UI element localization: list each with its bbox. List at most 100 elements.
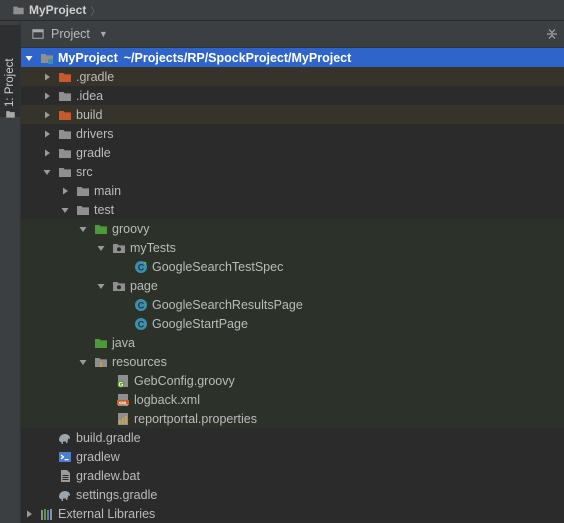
breadcrumb-project[interactable]: MyProject (29, 3, 86, 17)
tree-item-google-search-results-page[interactable]: C GoogleSearchResultsPage (21, 295, 564, 314)
collapse-arrow-icon[interactable] (42, 91, 52, 101)
folder-icon (76, 184, 90, 198)
expand-arrow-icon[interactable] (42, 167, 52, 177)
project-folder-icon (12, 4, 25, 16)
test-source-folder-icon (94, 222, 108, 236)
tree-item-logback[interactable]: XML logback.xml (21, 390, 564, 409)
gradle-elephant-icon (59, 433, 70, 444)
tree-item-label: java (112, 335, 135, 350)
folder-icon (58, 127, 72, 141)
tree-item-label: gradlew (76, 449, 120, 464)
collapse-arrow-icon[interactable] (42, 72, 52, 82)
tree-item-label: External Libraries (58, 506, 156, 521)
collapse-arrow-icon[interactable] (24, 509, 34, 519)
svg-text:G: G (119, 382, 124, 388)
folder-icon (76, 203, 90, 217)
tree-item-groovy[interactable]: groovy (21, 219, 564, 238)
collapse-arrow-icon[interactable] (60, 186, 70, 196)
collapse-arrow-icon[interactable] (42, 129, 52, 139)
tree-item-google-start-page[interactable]: C GoogleStartPage (21, 314, 564, 333)
class-icon: C (135, 317, 147, 330)
tree-item-label: .idea (76, 88, 104, 103)
tree-item-label: GoogleSearchTestSpec (152, 259, 284, 274)
tree-item-external-libraries[interactable]: External Libraries (21, 504, 564, 523)
svg-text:C: C (138, 300, 145, 310)
tree-item-label: test (94, 202, 115, 217)
expand-arrow-icon[interactable] (78, 357, 88, 367)
project-path: ~/Projects/RP/SpockProject/MyProject (123, 50, 352, 65)
project-tab-folder-icon (5, 109, 16, 119)
tree-item-mytests[interactable]: myTests (21, 238, 564, 257)
tree-item-label: resources (112, 354, 167, 369)
tree-item-label: logback.xml (134, 392, 200, 407)
xml-file-icon: XML (117, 393, 129, 406)
expand-arrow-icon[interactable] (24, 53, 34, 63)
module-folder-icon (40, 51, 53, 64)
tree-item-google-search-test-spec[interactable]: C GoogleSearchTestSpec (21, 257, 564, 276)
tree-item-label: .gradle (76, 69, 115, 84)
tree-item-test[interactable]: test (21, 200, 564, 219)
shell-script-icon (59, 451, 71, 462)
tree-item-myproject-root[interactable]: MyProject ~/Projects/RP/SpockProject/MyP… (21, 48, 564, 67)
tree-item-settings-gradle[interactable]: settings.gradle (21, 485, 564, 504)
project-tool-window-tab[interactable]: 1: Project (0, 25, 20, 117)
collapse-arrow-icon[interactable] (42, 110, 52, 120)
tree-item-drivers[interactable]: drivers (21, 124, 564, 143)
expand-arrow-icon[interactable] (96, 281, 106, 291)
svg-text:XML: XML (118, 400, 128, 405)
tree-item-gebconfig[interactable]: G GebConfig.groovy (21, 371, 564, 390)
tree-item-label: groovy (112, 221, 150, 236)
tree-item-dot-gradle[interactable]: .gradle (21, 67, 564, 86)
tree-item-build-gradle[interactable]: build.gradle (21, 428, 564, 447)
class-icon: C (135, 298, 147, 311)
project-tree: MyProject ~/Projects/RP/SpockProject/MyP… (21, 48, 564, 523)
folder-icon (58, 146, 72, 160)
tree-item-label: drivers (76, 126, 114, 141)
tree-item-label: GoogleSearchResultsPage (152, 297, 303, 312)
collapse-all-icon[interactable] (546, 28, 558, 40)
groovy-script-icon: G (117, 374, 128, 388)
tree-item-page[interactable]: page (21, 276, 564, 295)
svg-text:C: C (138, 319, 145, 329)
tree-item-main[interactable]: main (21, 181, 564, 200)
tree-item-reportportal-properties[interactable]: reportportal.properties (21, 409, 564, 428)
folder-icon (58, 89, 72, 103)
properties-file-icon (118, 412, 128, 425)
tree-item-build[interactable]: build (21, 105, 564, 124)
tree-item-src[interactable]: src (21, 162, 564, 181)
expand-arrow-icon[interactable] (78, 224, 88, 234)
gradle-elephant-icon (59, 490, 70, 501)
svg-text:C: C (138, 262, 145, 272)
tree-item-label: GoogleStartPage (152, 316, 248, 331)
tree-item-resources[interactable]: resources (21, 352, 564, 371)
text-file-icon (61, 469, 70, 482)
tree-item-label: page (130, 278, 158, 293)
tree-item-label: gradle (76, 145, 111, 160)
excluded-folder-icon (58, 70, 72, 84)
chevron-down-icon[interactable]: ▼ (99, 29, 108, 39)
tree-item-label: build.gradle (76, 430, 141, 445)
tree-item-label: build (76, 107, 103, 122)
project-panel-header: Project ▼ (21, 21, 564, 48)
project-view-selector[interactable]: Project (51, 27, 90, 41)
tree-item-java[interactable]: java (21, 333, 564, 352)
test-resources-folder-icon (94, 355, 108, 367)
test-class-icon: C (135, 260, 147, 273)
tree-item-label: main (94, 183, 122, 198)
collapse-arrow-icon[interactable] (42, 148, 52, 158)
expand-arrow-icon[interactable] (96, 243, 106, 253)
navigation-bar: MyProject 〉 (0, 0, 564, 21)
left-tool-window-strip: 1: Project (0, 21, 21, 523)
folder-icon (58, 165, 72, 179)
breadcrumb-separator-icon: 〉 (90, 6, 101, 18)
tree-item-gradlew-bat[interactable]: gradlew.bat (21, 466, 564, 485)
tree-item-gradlew[interactable]: gradlew (21, 447, 564, 466)
tree-item-label: myTests (130, 240, 176, 255)
project-tab-label: 1: Project (4, 58, 16, 107)
expand-arrow-icon[interactable] (60, 205, 70, 215)
tree-item-idea[interactable]: .idea (21, 86, 564, 105)
tree-item-label: src (76, 164, 93, 179)
tree-item-label: gradlew.bat (76, 468, 140, 483)
tree-item-gradle[interactable]: gradle (21, 143, 564, 162)
project-view-icon (32, 29, 44, 39)
